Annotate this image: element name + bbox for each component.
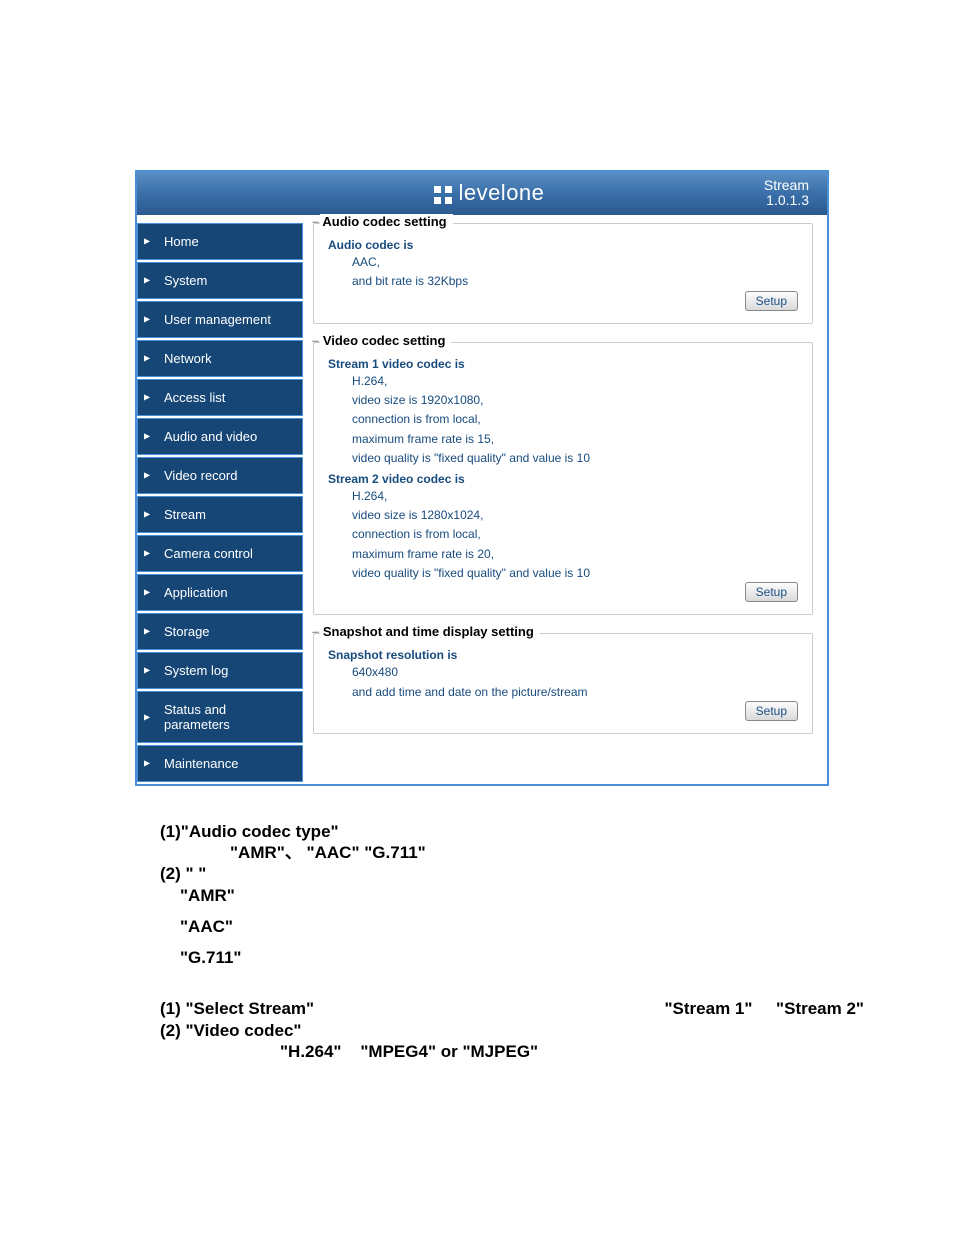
stream1-size: video size is 1920x1080,	[352, 392, 798, 409]
chevron-right-icon: ▶	[144, 237, 150, 246]
stream1-fps: maximum frame rate is 15,	[352, 431, 798, 448]
stream1-connection: connection is from local,	[352, 411, 798, 428]
sidebar-item-storage[interactable]: ▶Storage	[137, 613, 303, 650]
video-codec-fieldset: Video codec setting Stream 1 video codec…	[313, 342, 813, 616]
sidebar-item-user-management[interactable]: ▶User management	[137, 301, 303, 338]
audio-bitrate: and bit rate is 32Kbps	[352, 273, 798, 290]
page-name: Stream	[764, 177, 809, 193]
chevron-right-icon: ▶	[144, 549, 150, 558]
doc-line: "G.711"	[180, 947, 954, 968]
sidebar: ▶Home ▶System ▶User management ▶Network …	[137, 215, 303, 784]
stream2-fps: maximum frame rate is 20,	[352, 546, 798, 563]
sidebar-item-network[interactable]: ▶Network	[137, 340, 303, 377]
stream2-quality: video quality is "fixed quality" and val…	[352, 565, 798, 582]
chevron-right-icon: ▶	[144, 627, 150, 636]
doc-line: "AMR"	[180, 885, 954, 906]
stream2-heading: Stream 2 video codec is	[328, 472, 798, 486]
sidebar-item-label: Home	[152, 234, 294, 249]
fieldset-legend: Video codec setting	[320, 333, 451, 348]
sidebar-item-access-list[interactable]: ▶Access list	[137, 379, 303, 416]
doc-line: "AMR"、 "AAC" "G.711"	[230, 842, 954, 863]
sidebar-item-label: System log	[152, 663, 294, 678]
sidebar-item-audio-video[interactable]: ▶Audio and video	[137, 418, 303, 455]
doc-line: "Stream 1" "Stream 2"	[665, 998, 865, 1019]
chevron-right-icon: ▶	[144, 471, 150, 480]
stream2-codec: H.264,	[352, 488, 798, 505]
stream1-heading: Stream 1 video codec is	[328, 357, 798, 371]
sidebar-item-label: Access list	[152, 390, 294, 405]
sidebar-item-label: Video record	[152, 468, 294, 483]
sidebar-item-status-parameters[interactable]: ▶Status and parameters	[137, 691, 303, 743]
snapshot-note: and add time and date on the picture/str…	[352, 684, 798, 701]
snapshot-resolution: 640x480	[352, 664, 798, 681]
sidebar-item-camera-control[interactable]: ▶Camera control	[137, 535, 303, 572]
sidebar-item-video-record[interactable]: ▶Video record	[137, 457, 303, 494]
sidebar-item-label: Network	[152, 351, 294, 366]
version-number: 1.0.1.3	[766, 192, 809, 208]
chevron-right-icon: ▶	[144, 588, 150, 597]
sidebar-item-label: System	[152, 273, 294, 288]
sidebar-item-label: Application	[152, 585, 294, 600]
doc-line: (2) "Video codec"	[160, 1020, 954, 1041]
logo-title: levelone	[215, 180, 764, 206]
audio-codec-fieldset: Audio codec setting Audio codec is AAC, …	[313, 223, 813, 324]
audio-codec-value: AAC,	[352, 254, 798, 271]
logo-text: levelone	[458, 180, 544, 205]
sidebar-item-label: Stream	[152, 507, 294, 522]
snapshot-heading: Snapshot resolution is	[328, 648, 798, 662]
doc-line: (1)"Audio codec type"	[160, 821, 954, 842]
version-block: Stream 1.0.1.3	[764, 178, 809, 209]
fieldset-legend: Snapshot and time display setting	[320, 624, 540, 639]
doc-notes: (1)"Audio codec type" "AMR"、 "AAC" "G.71…	[160, 821, 954, 1062]
sidebar-item-system[interactable]: ▶System	[137, 262, 303, 299]
video-setup-button[interactable]: Setup	[745, 582, 798, 602]
doc-line: (1) "Select Stream"	[160, 998, 314, 1019]
stream2-size: video size is 1280x1024,	[352, 507, 798, 524]
chevron-right-icon: ▶	[144, 666, 150, 675]
sidebar-item-label: Camera control	[152, 546, 294, 561]
sidebar-item-label: User management	[152, 312, 294, 327]
stream1-codec: H.264,	[352, 373, 798, 390]
chevron-right-icon: ▶	[144, 432, 150, 441]
sidebar-item-label: Status and parameters	[152, 702, 294, 732]
snapshot-setup-button[interactable]: Setup	[745, 701, 798, 721]
sidebar-item-label: Maintenance	[152, 756, 294, 771]
doc-line: "H.264" "MPEG4" or "MJPEG"	[280, 1041, 954, 1062]
audio-codec-heading: Audio codec is	[328, 238, 798, 252]
snapshot-fieldset: Snapshot and time display setting Snapsh…	[313, 633, 813, 734]
doc-line: "AAC"	[180, 916, 954, 937]
chevron-right-icon: ▶	[144, 712, 150, 721]
header: levelone Stream 1.0.1.3	[137, 172, 827, 215]
logo-icon	[434, 186, 452, 204]
main-content: Audio codec setting Audio codec is AAC, …	[303, 215, 827, 784]
stream2-connection: connection is from local,	[352, 526, 798, 543]
sidebar-item-application[interactable]: ▶Application	[137, 574, 303, 611]
sidebar-item-stream[interactable]: ▶Stream	[137, 496, 303, 533]
sidebar-item-home[interactable]: ▶Home	[137, 223, 303, 260]
sidebar-item-system-log[interactable]: ▶System log	[137, 652, 303, 689]
chevron-right-icon: ▶	[144, 510, 150, 519]
stream1-quality: video quality is "fixed quality" and val…	[352, 450, 798, 467]
chevron-right-icon: ▶	[144, 759, 150, 768]
chevron-right-icon: ▶	[144, 315, 150, 324]
chevron-right-icon: ▶	[144, 393, 150, 402]
audio-setup-button[interactable]: Setup	[745, 291, 798, 311]
fieldset-legend: Audio codec setting	[320, 214, 453, 229]
app-frame: levelone Stream 1.0.1.3 ▶Home ▶System ▶U…	[135, 170, 829, 786]
sidebar-item-label: Storage	[152, 624, 294, 639]
sidebar-item-maintenance[interactable]: ▶Maintenance	[137, 745, 303, 782]
doc-line: (2) " "	[160, 863, 954, 884]
chevron-right-icon: ▶	[144, 276, 150, 285]
sidebar-item-label: Audio and video	[152, 429, 294, 444]
chevron-right-icon: ▶	[144, 354, 150, 363]
